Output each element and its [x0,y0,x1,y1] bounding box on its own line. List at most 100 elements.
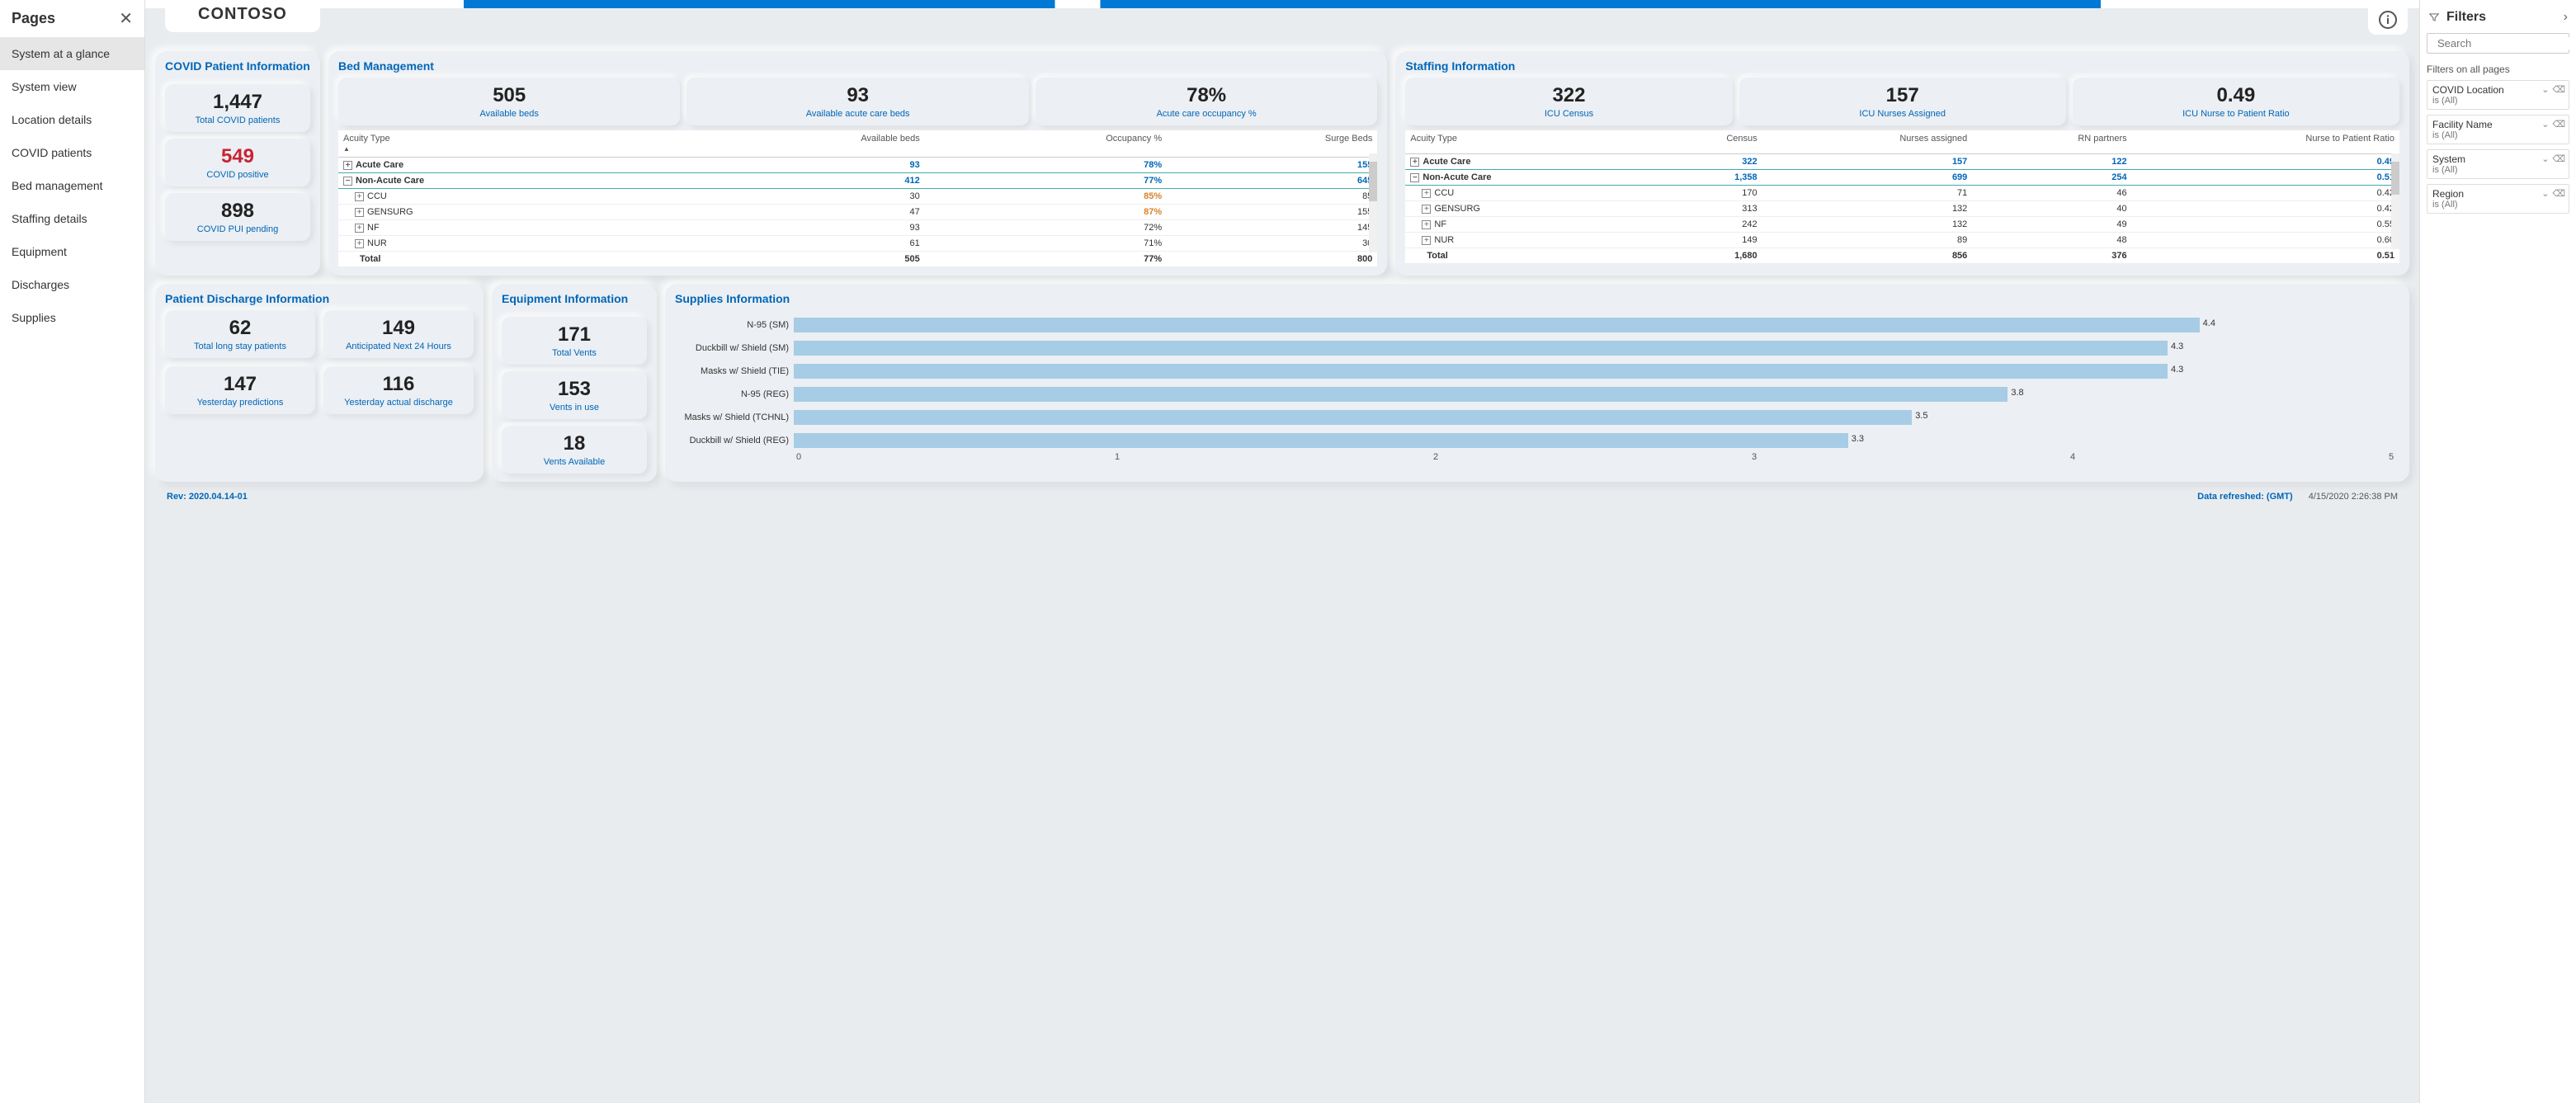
discharge-tile-0[interactable]: 62 Total long stay patients [165,310,315,358]
bed-row[interactable]: +NF 93 72% 145 [338,220,1377,236]
staff-table[interactable]: Acuity TypeCensusNurses assignedRN partn… [1405,130,2399,264]
discharge-tile-3[interactable]: 116 Yesterday actual discharge [323,366,474,414]
bar-row[interactable]: N-95 (SM) 4.4 [678,313,2391,337]
expand-icon[interactable]: + [355,224,364,233]
pages-title: Pages [12,10,55,27]
chevron-down-icon[interactable]: ⌄ [2541,153,2549,164]
expand-icon[interactable]: + [343,161,352,170]
bar-row[interactable]: N-95 (REG) 3.8 [678,383,2391,406]
bed-table[interactable]: Acuity Type▲Available bedsOccupancy %Sur… [338,130,1377,267]
filter-card-covid-location[interactable]: COVID Location is (All) ⌄ ⌫ [2427,80,2569,110]
expand-icon[interactable]: + [1422,189,1431,198]
bed-col-1[interactable]: Available beds [672,130,925,158]
expand-icon[interactable]: − [343,177,352,186]
chevron-right-icon[interactable]: › [2564,10,2568,25]
staff-col-2[interactable]: Nurses assigned [1762,130,1973,153]
bed-row[interactable]: +CCU 30 85% 85 [338,189,1377,205]
staff-row[interactable]: +NUR 14989480.60 [1405,232,2399,247]
bed-row[interactable]: +GENSURG 47 87% 155 [338,205,1377,220]
covid-total-tile[interactable]: 1,447 Total COVID patients [165,84,310,132]
staff-metric-2[interactable]: 0.49 ICU Nurse to Patient Ratio [2073,78,2399,125]
chevron-down-icon[interactable]: ⌄ [2541,84,2549,95]
bed-row[interactable]: +Acute Care 93 78% 155 [338,158,1377,173]
discharge-card: Patient Discharge Information 62 Total l… [155,284,484,482]
eraser-icon[interactable]: ⌫ [2552,84,2565,95]
chevron-down-icon[interactable]: ⌄ [2541,188,2549,199]
staff-row[interactable]: +GENSURG 313132400.42 [1405,200,2399,216]
filter-card-region[interactable]: Region is (All) ⌄ ⌫ [2427,184,2569,214]
bed-metric-2[interactable]: 78% Acute care occupancy % [1036,78,1377,125]
expand-icon[interactable]: − [1410,173,1419,182]
bar-row[interactable]: Masks w/ Shield (TIE) 4.3 [678,360,2391,383]
staff-scrollbar[interactable] [2391,153,2399,249]
equip-tile-0[interactable]: 171 Total Vents [502,317,647,365]
page-item-staffing-details[interactable]: Staffing details [0,202,144,235]
staff-col-0[interactable]: Acuity Type [1405,130,1652,153]
bed-row[interactable]: +NUR 61 71% 30 [338,236,1377,252]
filter-card-facility-name[interactable]: Facility Name is (All) ⌄ ⌫ [2427,115,2569,144]
chevron-down-icon[interactable]: ⌄ [2541,119,2549,130]
info-button[interactable] [2368,5,2408,35]
page-item-bed-management[interactable]: Bed management [0,169,144,202]
bed-title: Bed Management [338,59,1377,73]
bed-metric-0[interactable]: 505 Available beds [338,78,680,125]
expand-icon[interactable]: + [355,239,364,248]
supplies-barchart[interactable]: N-95 (SM) 4.4 Duckbill w/ Shield (SM) 4.… [675,310,2399,472]
staff-row[interactable]: +Acute Care 3221571220.49 [1405,153,2399,169]
timestamp: 4/15/2020 2:26:38 PM [2309,492,2398,502]
staff-col-4[interactable]: Nurse to Patient Ratio [2132,130,2399,153]
bed-col-0[interactable]: Acuity Type▲ [338,130,672,158]
staff-col-3[interactable]: RN partners [1972,130,2131,153]
x-axis: 012345 [799,452,2391,469]
bed-col-2[interactable]: Occupancy % [925,130,1167,158]
equip-tile-1[interactable]: 153 Vents in use [502,371,647,419]
staff-row[interactable]: +NF 242132490.55 [1405,216,2399,232]
bed-scrollbar[interactable] [1369,153,1377,252]
staff-metric-1[interactable]: 157 ICU Nurses Assigned [1739,78,2066,125]
page-item-system-view[interactable]: System view [0,70,144,103]
eraser-icon[interactable]: ⌫ [2552,153,2565,164]
expand-icon[interactable]: + [1422,236,1431,245]
expand-icon[interactable]: + [1422,220,1431,229]
bed-card: Bed Management 505 Available beds 93 Ava… [328,51,1387,276]
staff-row[interactable]: −Non-Acute Care 1,3586992540.51 [1405,169,2399,185]
bed-row[interactable]: −Non-Acute Care 412 77% 645 [338,173,1377,189]
expand-icon[interactable]: + [355,192,364,201]
expand-icon[interactable]: + [1422,205,1431,214]
page-item-location-details[interactable]: Location details [0,103,144,136]
page-item-system-at-a-glance[interactable]: System at a glance [0,37,144,70]
covid-positive-tile[interactable]: 549 COVID positive [165,139,310,186]
covid-pui-val: 898 [170,200,305,223]
filter-card-system[interactable]: System is (All) ⌄ ⌫ [2427,149,2569,179]
covid-positive-val: 549 [170,145,305,168]
expand-icon[interactable]: + [1410,158,1419,167]
expand-icon[interactable]: + [355,208,364,217]
page-item-covid-patients[interactable]: COVID patients [0,136,144,169]
bed-col-3[interactable]: Surge Beds [1167,130,1377,158]
staff-row[interactable]: +CCU 17071460.42 [1405,185,2399,200]
page-item-supplies[interactable]: Supplies [0,301,144,334]
eraser-icon[interactable]: ⌫ [2552,119,2565,130]
covid-pui-tile[interactable]: 898 COVID PUI pending [165,193,310,241]
filter-search-input[interactable] [2437,37,2576,49]
bar-row[interactable]: Duckbill w/ Shield (REG) 3.3 [678,429,2391,452]
pages-panel: Pages ✕ System at a glanceSystem viewLoc… [0,0,145,1103]
discharge-tile-1[interactable]: 149 Anticipated Next 24 Hours [323,310,474,358]
eraser-icon[interactable]: ⌫ [2552,188,2565,199]
staff-metric-0[interactable]: 322 ICU Census [1405,78,1732,125]
bar-row[interactable]: Masks w/ Shield (TCHNL) 3.5 [678,406,2391,429]
page-item-equipment[interactable]: Equipment [0,235,144,268]
refresh-label: Data refreshed: (GMT) [2197,492,2293,502]
bed-metric-1[interactable]: 93 Available acute care beds [686,78,1028,125]
close-icon[interactable]: ✕ [119,8,133,29]
discharge-tile-2[interactable]: 147 Yesterday predictions [165,366,315,414]
filter-search[interactable] [2427,33,2569,54]
staff-col-1[interactable]: Census [1652,130,1762,153]
equip-card: Equipment Information 171 Total Vents 15… [492,284,657,482]
bar-row[interactable]: Duckbill w/ Shield (SM) 4.3 [678,337,2391,360]
filter-icon [2428,12,2440,23]
main-area: CONTOSO COVID Patient Information 1,447 … [145,0,2419,1103]
covid-card: COVID Patient Information 1,447 Total CO… [155,51,320,276]
page-item-discharges[interactable]: Discharges [0,268,144,301]
equip-tile-2[interactable]: 18 Vents Available [502,426,647,474]
